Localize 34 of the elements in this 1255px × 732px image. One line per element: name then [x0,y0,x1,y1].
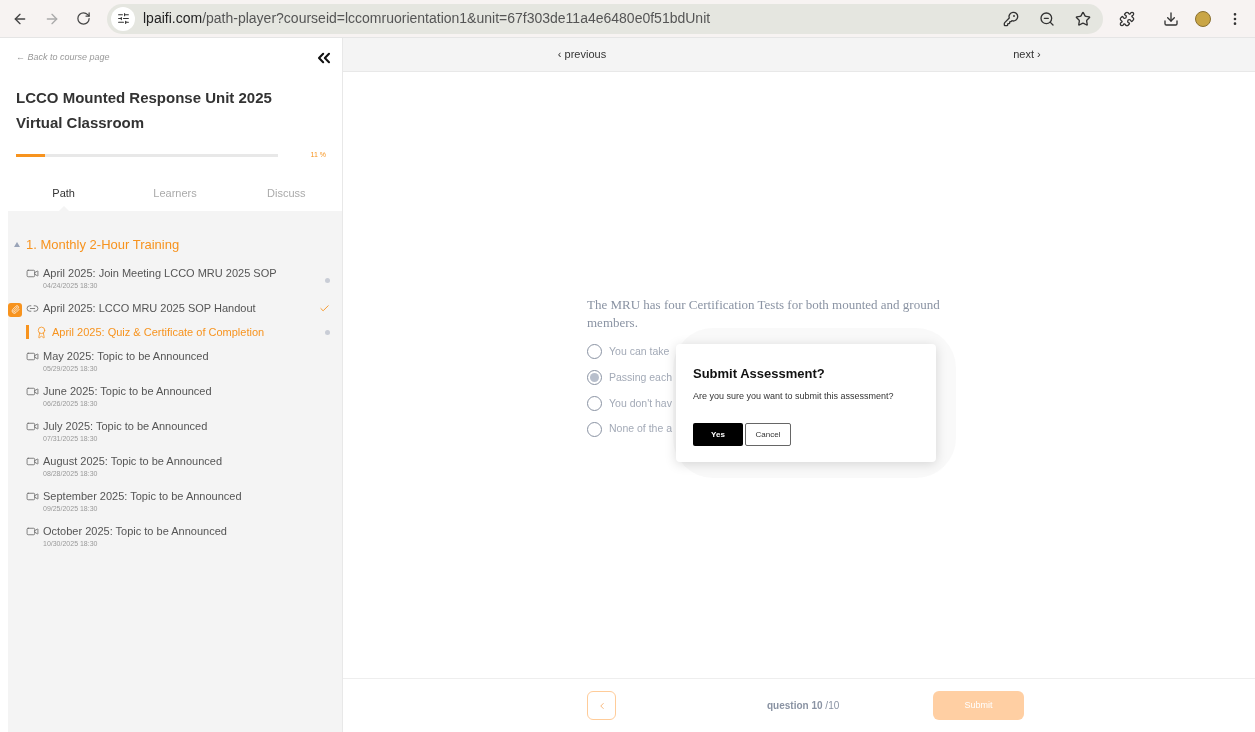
option-label: You can take [609,344,670,359]
address-bar[interactable]: lpaifi.com/path-player?courseid=lccomruorientation1&unit=67f303de11a4e6480e0f51bdUnit [107,3,1103,34]
course-title: LCCO Mounted Response Unit 2025 Virtual Classroom [15,88,273,133]
item-title: September 2025: Topic to be Announced [43,488,242,503]
url-text: lpaifi.com/path-player?courseid=lccomruorientation1&unit=67f303de11a4e6480e0f51bdUnit [143,9,711,28]
zoom-out-icon[interactable] [1039,10,1055,27]
question-text: The MRU has four Certification Tests for both mounted and ground members. [587,296,941,332]
yes-button[interactable]: Yes [693,423,743,446]
item-title: April 2025: LCCO MRU 2025 SOP Handout [43,300,256,315]
option-label: You don't hav [609,395,672,411]
profile-avatar[interactable] [1195,10,1211,27]
dialog-title: Submit Assessment? [693,365,826,383]
award-ribbon-icon [35,325,48,339]
key-icon[interactable] [1003,10,1019,27]
item-title: June 2025: Topic to be Announced [43,383,212,398]
option-label: Passing each [609,369,673,385]
next-link[interactable]: next › [1013,46,1041,63]
item-title: July 2025: Topic to be Announced [43,418,208,433]
download-icon[interactable] [1163,10,1179,27]
item-title: May 2025: Topic to be Announced [43,348,209,363]
reload-icon[interactable] [76,11,91,26]
item-title: April 2025: Quiz & Certificate of Completion [52,324,265,339]
previous-link[interactable]: ‹ previous [557,46,607,63]
cancel-button[interactable]: Cancel [745,423,791,446]
site-info-icon[interactable] [111,6,135,31]
question-counter: question 10 /10 [767,699,840,713]
path-item[interactable]: April 2025: LCCO MRU 2025 SOP Handout [26,300,314,315]
extensions-icon[interactable] [1119,10,1135,27]
item-title: April 2025: Join Meeting LCCO MRU 2025 SOP [43,265,277,280]
bookmark-star-icon[interactable] [1075,10,1091,27]
dialog-message: Are you sure you want to submit this assessment? [693,389,895,403]
option-label: None of the a [609,421,673,437]
item-title: October 2025: Topic to be Announced [43,523,227,538]
item-title: August 2025: Topic to be Announced [43,453,222,468]
